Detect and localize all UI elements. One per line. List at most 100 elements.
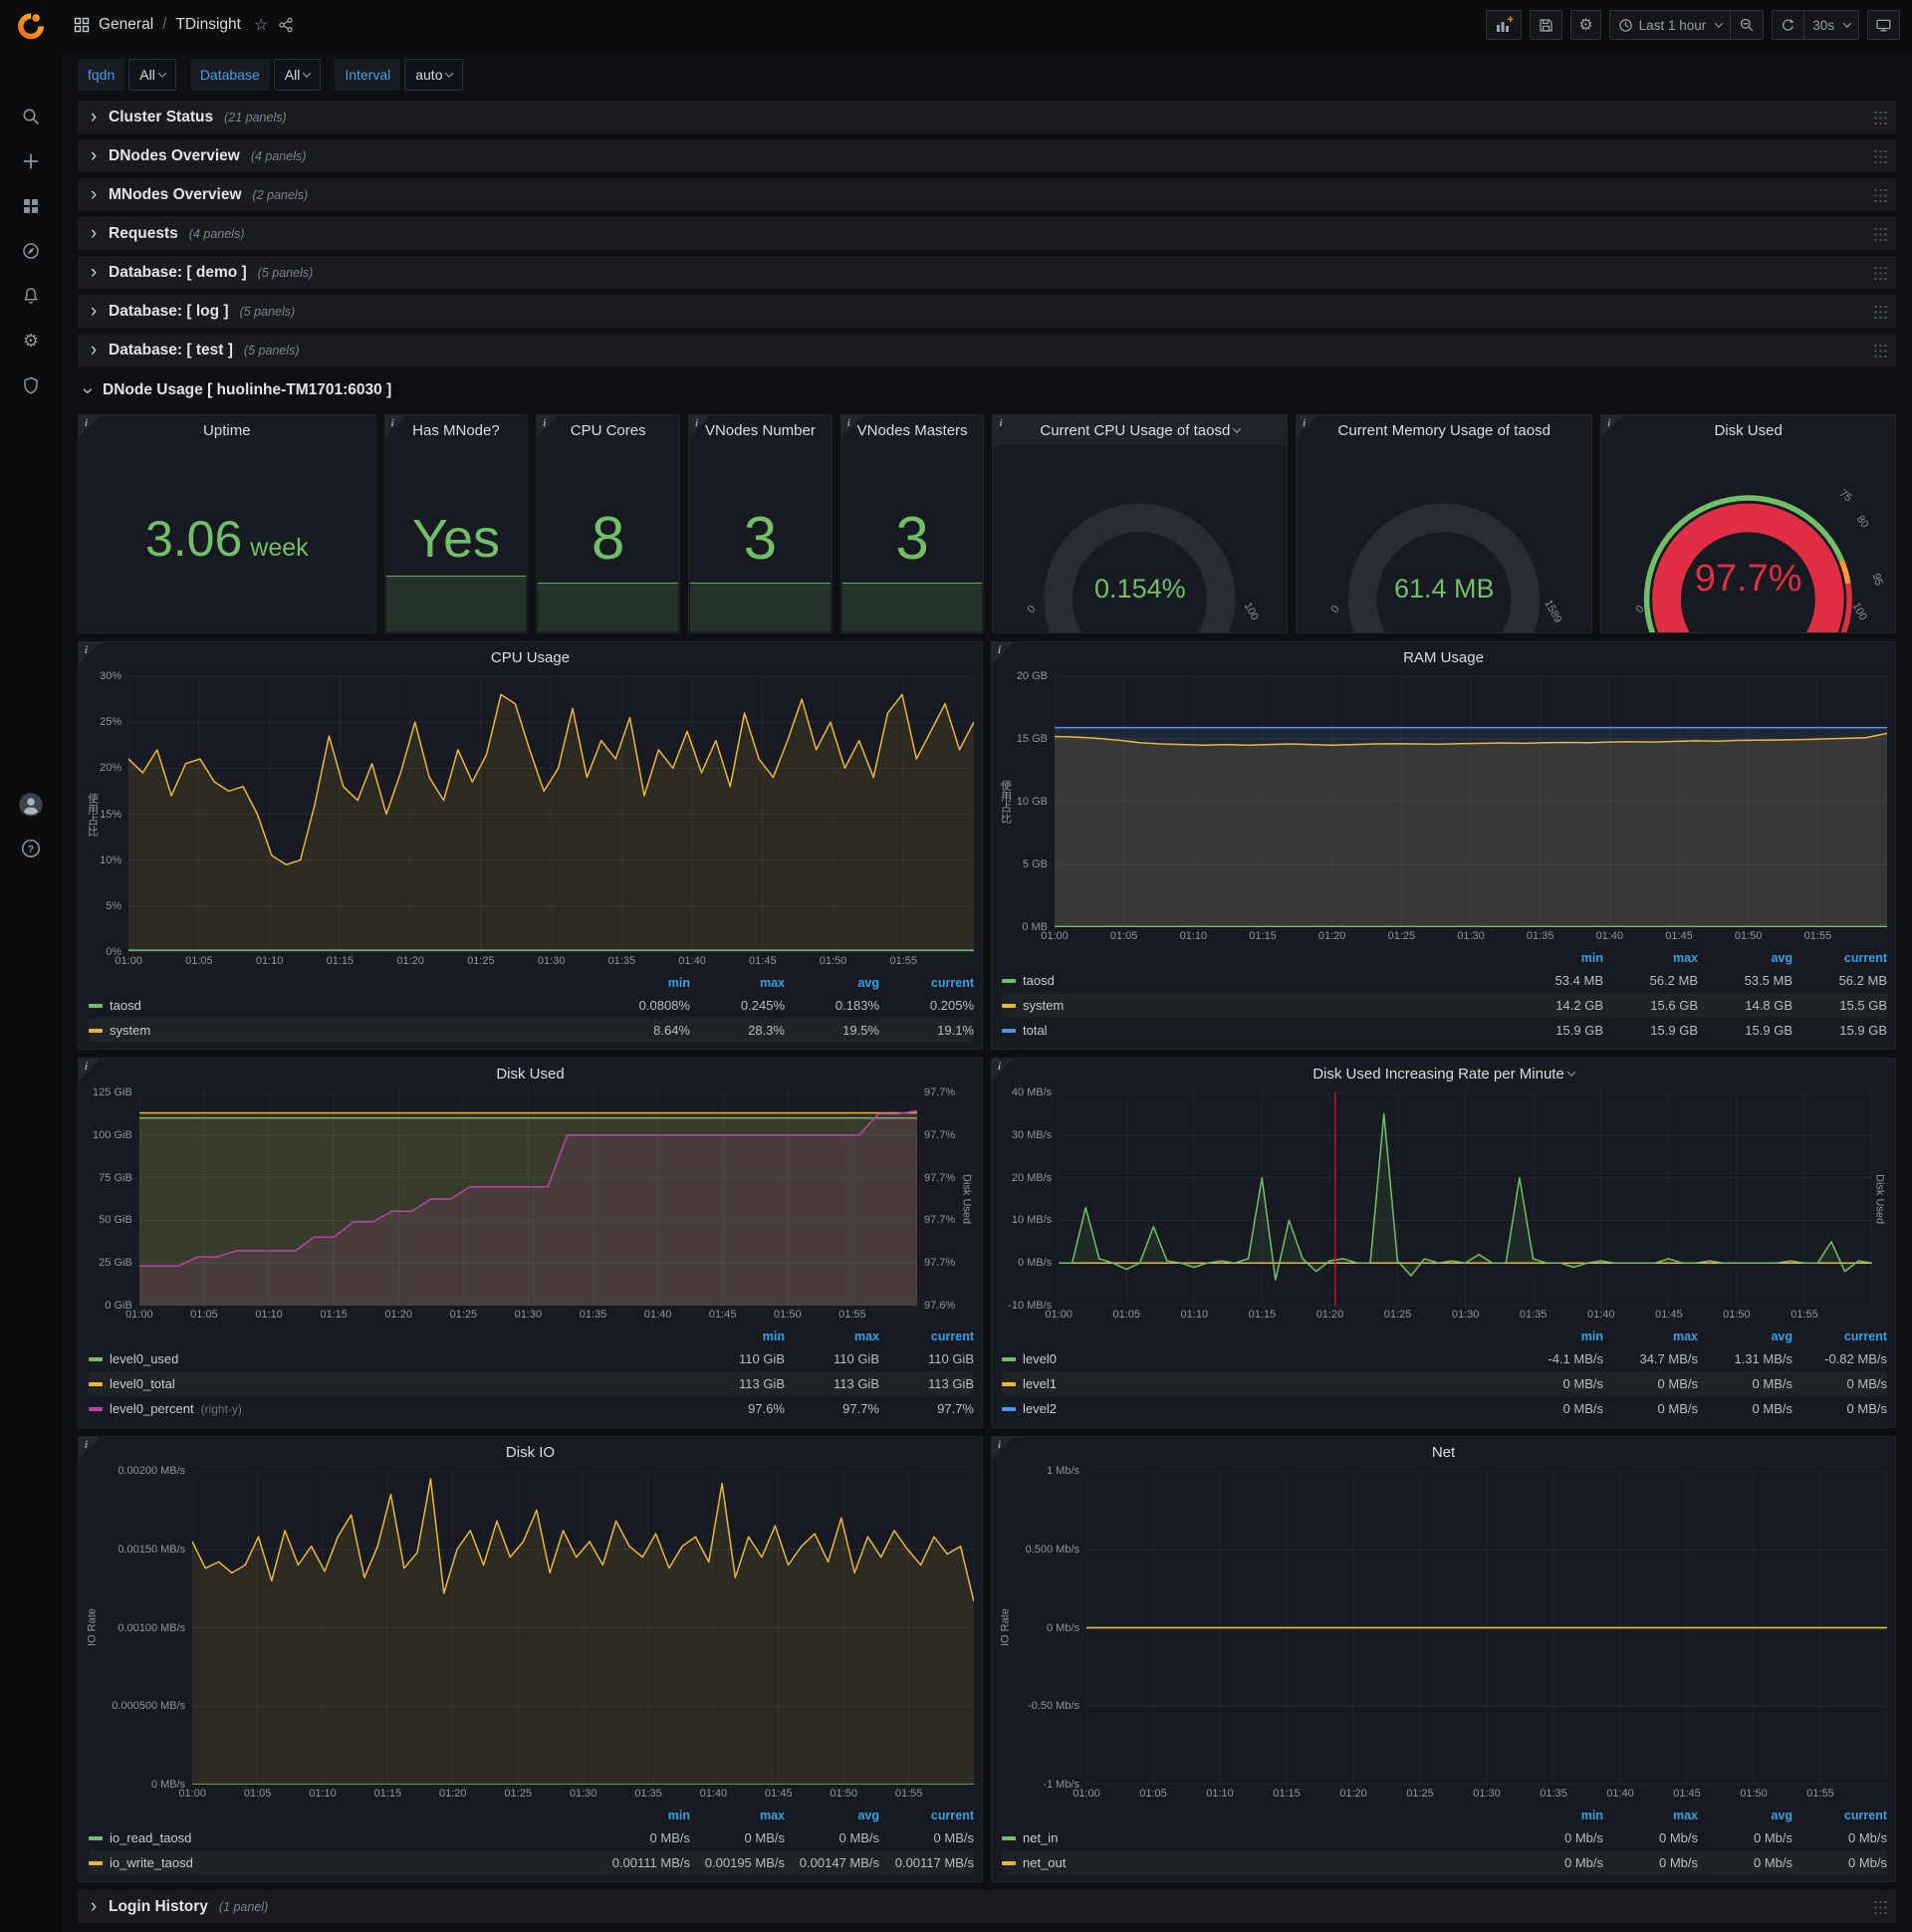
plot-area[interactable] (128, 676, 974, 952)
user-avatar[interactable] (13, 787, 49, 823)
legend-header-avg[interactable]: avg (1698, 1329, 1792, 1343)
share-button[interactable] (277, 16, 295, 34)
dashboard-settings-button[interactable]: ⚙ (1570, 10, 1601, 40)
legend-header-max[interactable]: max (1603, 951, 1698, 965)
legend-header-min[interactable]: min (1509, 1329, 1603, 1343)
zoom-out-button[interactable] (1730, 11, 1763, 39)
panel-title[interactable]: Uptime (79, 415, 375, 445)
dashboard-row[interactable]: › Cluster Status (21 panels) (78, 101, 1896, 133)
dashboard-row[interactable]: › Database: [ test ] (5 panels) (78, 334, 1896, 366)
gauge[interactable]: 61.4 MB 0 1589 (1297, 445, 1591, 632)
panel-info-corner-icon[interactable] (840, 415, 863, 437)
explore-compass-icon[interactable] (13, 233, 49, 269)
breadcrumb-section[interactable]: General (99, 16, 153, 34)
legend-header-current[interactable]: current (879, 976, 974, 990)
refresh-button[interactable] (1773, 11, 1803, 39)
gauge[interactable]: 0.154% 0 100 (993, 445, 1287, 632)
legend-header-avg[interactable]: avg (1698, 951, 1792, 965)
legend-header-min[interactable]: min (1509, 951, 1603, 965)
variable-value-dropdown[interactable]: All (128, 58, 176, 91)
create-plus-icon[interactable] (13, 143, 49, 179)
panel-info-corner-icon[interactable] (537, 415, 560, 437)
drag-handle-icon[interactable] (1873, 266, 1886, 280)
breadcrumb-page[interactable]: TDinsight (175, 16, 240, 34)
star-button[interactable]: ☆ (254, 15, 268, 35)
variable-value-dropdown[interactable]: auto (404, 58, 464, 91)
search-icon[interactable] (13, 99, 49, 134)
legend-series-name[interactable]: level0_used (110, 1351, 178, 1366)
dashboard-row[interactable]: › Requests (4 panels) (78, 217, 1896, 250)
add-panel-button[interactable]: + (1486, 10, 1523, 40)
panel-info-corner-icon[interactable] (1601, 415, 1624, 437)
panel-info-corner-icon[interactable] (993, 415, 1016, 437)
dashboard-row[interactable]: › DNodes Overview (4 panels) (78, 139, 1896, 172)
plot-area[interactable] (1086, 1471, 1887, 1785)
legend-series-name[interactable]: level2 (1023, 1401, 1057, 1416)
legend-series-name[interactable]: level0_percent (110, 1401, 194, 1416)
legend-header-avg[interactable]: avg (1698, 1809, 1792, 1822)
panel-title[interactable]: Net (992, 1437, 1895, 1467)
panel-title[interactable]: Current CPU Usage of taosd (993, 415, 1288, 445)
legend-series-name[interactable]: system (1023, 998, 1064, 1013)
legend-header-max[interactable]: max (785, 1329, 879, 1343)
legend-series-name[interactable]: io_read_taosd (110, 1830, 191, 1845)
panel-info-corner-icon[interactable] (384, 415, 407, 437)
refresh-interval-select[interactable]: 30s (1803, 11, 1858, 39)
dashboard-row-dnode-usage[interactable]: › DNode Usage [ huolinhe-TM1701:6030 ] (78, 372, 1896, 408)
time-range-button[interactable]: Last 1 hour (1610, 11, 1731, 39)
legend-series-name[interactable]: total (1023, 1023, 1048, 1038)
legend-header-avg[interactable]: avg (785, 976, 879, 990)
legend-series-name[interactable]: level0_total (110, 1376, 175, 1391)
panel-info-corner-icon[interactable] (1297, 415, 1319, 437)
legend-header-avg[interactable]: avg (785, 1809, 879, 1822)
dashboards-icon[interactable] (13, 188, 49, 224)
grafana-logo-icon[interactable] (13, 8, 49, 44)
legend-series-name[interactable]: taosd (1023, 973, 1055, 988)
drag-handle-icon[interactable] (1873, 149, 1886, 163)
panel-info-corner-icon[interactable] (992, 642, 1014, 664)
panel-info-corner-icon[interactable] (992, 1059, 1014, 1081)
legend-header-max[interactable]: max (1603, 1809, 1698, 1822)
dashboard-row-login-history[interactable]: › Login History (1 panel) (78, 1890, 1896, 1923)
help-icon[interactable]: ? (13, 831, 49, 866)
legend-series-name[interactable]: level1 (1023, 1376, 1057, 1391)
panel-info-corner-icon[interactable] (79, 1059, 101, 1081)
panel-title[interactable]: RAM Usage (992, 642, 1895, 672)
dashboard-row[interactable]: › Database: [ demo ] (5 panels) (78, 256, 1896, 289)
panel-info-corner-icon[interactable] (79, 415, 101, 437)
legend-header-current[interactable]: current (879, 1809, 974, 1822)
legend-header-min[interactable]: min (1509, 1809, 1603, 1822)
drag-handle-icon[interactable] (1873, 227, 1886, 241)
legend-series-name[interactable]: net_out (1023, 1855, 1066, 1870)
legend-series-name[interactable]: level0 (1023, 1351, 1057, 1366)
panel-title[interactable]: Current Memory Usage of taosd (1297, 415, 1591, 445)
plot-area[interactable] (1055, 676, 1887, 927)
legend-series-name[interactable]: taosd (110, 998, 141, 1013)
plot-area[interactable] (138, 1092, 917, 1306)
legend-header-current[interactable]: current (1792, 1329, 1887, 1343)
legend-header-max[interactable]: max (1603, 1329, 1698, 1343)
panel-title[interactable]: Disk IO (79, 1437, 982, 1467)
panel-info-corner-icon[interactable] (689, 415, 712, 437)
variable-value-dropdown[interactable]: All (273, 58, 322, 91)
panel-title[interactable]: Disk Used (79, 1059, 982, 1088)
legend-series-name[interactable]: io_write_taosd (110, 1855, 193, 1870)
legend-header-min[interactable]: min (596, 1809, 690, 1822)
legend-header-current[interactable]: current (1792, 951, 1887, 965)
drag-handle-icon[interactable] (1873, 1900, 1886, 1914)
panel-info-corner-icon[interactable] (79, 642, 101, 664)
legend-header-current[interactable]: current (879, 1329, 974, 1343)
panel-title[interactable]: Disk Used Increasing Rate per Minute (992, 1059, 1895, 1088)
legend-header-max[interactable]: max (690, 976, 785, 990)
drag-handle-icon[interactable] (1873, 344, 1886, 358)
plot-area[interactable] (192, 1471, 974, 1785)
dashboard-row[interactable]: › MNodes Overview (2 panels) (78, 178, 1896, 211)
server-admin-shield-icon[interactable] (13, 367, 49, 403)
panel-info-corner-icon[interactable] (79, 1437, 101, 1459)
drag-handle-icon[interactable] (1873, 188, 1886, 202)
configuration-gear-icon[interactable]: ⚙ (13, 323, 49, 359)
plot-area[interactable] (1059, 1092, 1872, 1306)
legend-series-name[interactable]: net_in (1023, 1830, 1058, 1845)
dashboard-row[interactable]: › Database: [ log ] (5 panels) (78, 295, 1896, 328)
drag-handle-icon[interactable] (1873, 111, 1886, 124)
